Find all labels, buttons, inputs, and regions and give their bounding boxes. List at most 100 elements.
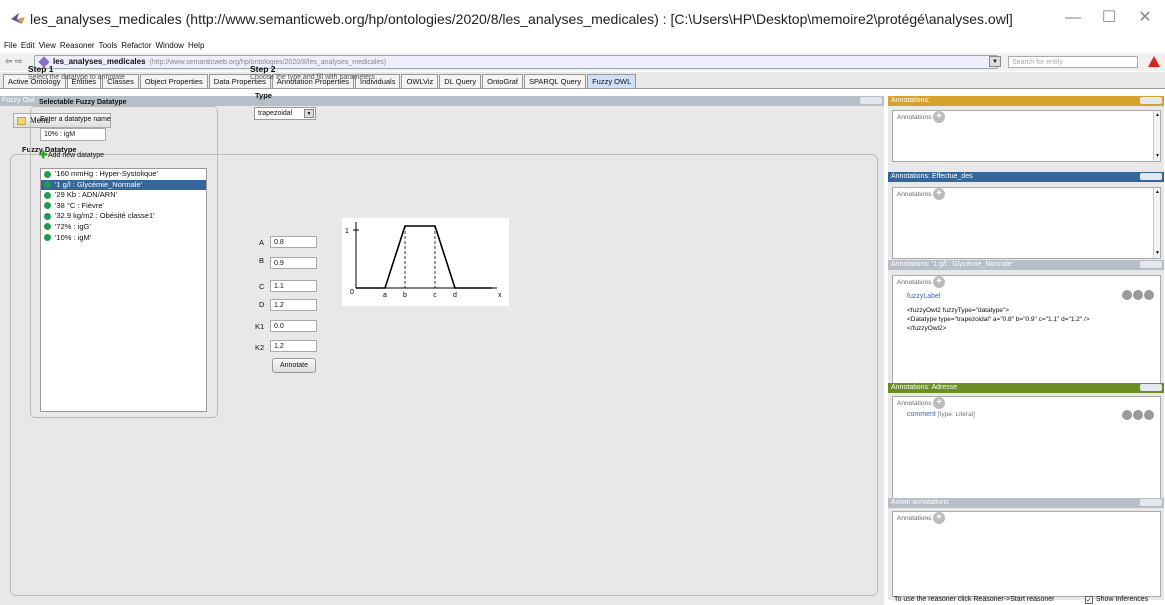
annotation-panel: Annotations + ▲ ▼ (888, 106, 1164, 177)
tab-object-properties[interactable]: Object Properties (139, 74, 208, 88)
datatype-name-input[interactable]: 10% : igM (40, 128, 106, 141)
datatype-list-item[interactable]: '1 g/l : Glycémie_Normale' (41, 179, 206, 191)
menu-window[interactable]: Window (156, 41, 184, 50)
annotations-label: Annotations (897, 400, 932, 407)
datatype-list-item[interactable]: '72% : igG' (41, 222, 206, 233)
annotation-box[interactable]: Annotations + ▲ ▼ (892, 110, 1161, 162)
trapezoid-graph: 1 0 a b c d x (342, 218, 509, 306)
tick-c-label: c (433, 292, 437, 299)
tab-ontograf[interactable]: OntoGraf (482, 74, 523, 88)
maximize-button[interactable]: ☐ (1094, 6, 1124, 30)
datatype-name-label: Enter a datatype name (40, 116, 111, 123)
trapezoid-line (356, 225, 492, 289)
annotation-property-row[interactable]: comment [type: Literal] (907, 411, 975, 418)
nav-arrows-icon[interactable]: ⇦ ⇨ (5, 56, 23, 67)
info-icon[interactable] (1122, 290, 1132, 300)
annotation-panel-title: Annotations: Adresse (891, 384, 958, 391)
menu-help[interactable]: Help (188, 41, 204, 50)
scrollbar[interactable]: ▲ ▼ (1153, 111, 1160, 161)
param-k1-input[interactable]: 0.0 (270, 320, 317, 332)
delete-icon[interactable] (1133, 410, 1143, 420)
show-inferences-label: Show Inferences (1096, 596, 1149, 603)
panel-controls-icon[interactable] (860, 97, 882, 104)
param-d-input[interactable]: 1.2 (270, 299, 317, 311)
annotation-value-line: <Datatype type="trapezoidal" a="0.8" b="… (907, 316, 1090, 323)
menu-view[interactable]: View (39, 41, 56, 50)
panel-controls-icon[interactable] (1140, 499, 1162, 506)
annotation-panel: Annotations + (888, 508, 1164, 600)
selectable-datatype-title: Selectable Fuzzy Datatype (39, 99, 127, 106)
type-select[interactable]: trapezoidal ▼ (254, 107, 316, 120)
window-title: les_analyses_medicales (http://www.seman… (30, 11, 1013, 27)
annotation-box[interactable]: Annotations + fuzzyLabel <fuzzyOwl2 fuzzyTy… (892, 275, 1161, 386)
y-one-label: 1 (345, 228, 349, 235)
tab-owlviz[interactable]: OWLViz (401, 74, 439, 88)
annotation-property: comment (907, 411, 936, 418)
datatype-list-item[interactable]: '10% : igM' (41, 233, 206, 244)
datatype-list-item[interactable]: '38 °C : Fièvre' (41, 201, 206, 212)
menu-reasoner[interactable]: Reasoner (60, 41, 95, 50)
scrollbar[interactable]: ▲ ▼ (1153, 188, 1160, 258)
panel-controls-icon[interactable] (1140, 261, 1162, 268)
tab-fuzzy-owl[interactable]: Fuzzy OWL (587, 74, 637, 88)
add-annotation-icon[interactable]: + (933, 512, 945, 524)
menu-tools[interactable]: Tools (99, 41, 118, 50)
x-axis-label: x (498, 292, 502, 299)
param-a-input[interactable]: 0.8 (270, 236, 317, 248)
close-button[interactable]: ✕ (1130, 6, 1160, 30)
annotation-property[interactable]: fuzzyLabel (907, 293, 940, 300)
datatype-dot-icon (44, 191, 51, 199)
step1-subtitle: Select the datatype to annotate (28, 74, 125, 81)
address-bar: ⇦ ⇨ les_analyses_medicales (http://www.se… (0, 53, 1165, 71)
edit-icon[interactable] (1144, 410, 1154, 420)
reasoner-status: To use the reasoner click Reasoner->Star… (894, 596, 1055, 603)
datatype-list-item[interactable]: '160 mmHg : Hyper-Systolique' (41, 169, 206, 180)
annotation-panel-title: Annotations: Effectue_des (891, 173, 973, 180)
param-c-input[interactable]: 1.1 (270, 280, 317, 292)
annotations-label: Annotations (897, 114, 932, 121)
datatype-list[interactable]: '160 mmHg : Hyper-Systolique' '1 g/l : Gl… (40, 168, 207, 412)
annotation-box[interactable]: Annotations + comment [type: Literal] (892, 396, 1161, 499)
show-inferences-checkbox[interactable]: ✓ Show Inferences (1085, 596, 1148, 604)
datatype-list-item[interactable]: '32.9 kg/m2 : Obésité classe1' (41, 211, 206, 222)
menu-refactor[interactable]: Refactor (121, 41, 151, 50)
panel-controls-icon[interactable] (1140, 384, 1162, 391)
warning-icon[interactable] (1148, 56, 1160, 67)
minimize-button[interactable]: — (1058, 6, 1088, 30)
annotate-button[interactable]: Annotate (272, 358, 316, 373)
info-icon[interactable] (1122, 410, 1132, 420)
annotation-panel-header: Annotations: Adresse (888, 383, 1164, 393)
add-annotation-icon[interactable]: + (933, 276, 945, 288)
annotations-label: Annotations (897, 515, 932, 522)
datatype-dot-icon (44, 234, 51, 242)
protege-app-icon (11, 13, 25, 24)
param-k2-input[interactable]: 1.2 (270, 340, 317, 352)
type-label: Type (255, 91, 272, 100)
annotation-panel: Annotations + fuzzyLabel <fuzzyOwl2 fuzzyTy… (888, 270, 1164, 390)
dropdown-arrow-icon: ▼ (304, 109, 314, 118)
ontology-field[interactable]: les_analyses_medicales (http://www.semant… (34, 55, 998, 69)
add-datatype-button[interactable]: ✚ Add new datatype (39, 151, 104, 161)
tab-sparql-query[interactable]: SPARQL Query (523, 74, 587, 88)
annotation-box[interactable]: Annotations + ▲ ▼ (892, 187, 1161, 259)
delete-icon[interactable] (1133, 290, 1143, 300)
add-annotation-icon[interactable]: + (933, 397, 945, 409)
origin-label: 0 (350, 289, 354, 296)
tab-dl-query[interactable]: DL Query (439, 74, 482, 88)
datatype-label: '29 Kb : ADN/ARN' (55, 190, 118, 200)
panel-controls-icon[interactable] (1140, 173, 1162, 180)
annotation-panel: Annotations + ▲ ▼ (888, 182, 1164, 267)
edit-icon[interactable] (1144, 290, 1154, 300)
param-b-input[interactable]: 0.9 (270, 257, 317, 269)
history-dropdown-icon[interactable]: ▼ (989, 56, 1001, 67)
add-annotation-icon[interactable]: + (933, 188, 945, 200)
add-annotation-icon[interactable]: + (933, 111, 945, 123)
annotation-panel-header: Annotations: (888, 96, 1164, 106)
search-entity-input[interactable]: Search for entity (1008, 56, 1138, 68)
annotation-box[interactable]: Annotations + (892, 511, 1161, 597)
panel-controls-icon[interactable] (1140, 97, 1162, 104)
param-a-label: A (259, 238, 265, 247)
menu-edit[interactable]: Edit (21, 41, 35, 50)
menu-file[interactable]: File (4, 41, 17, 50)
datatype-list-item[interactable]: '29 Kb : ADN/ARN' (41, 190, 206, 201)
